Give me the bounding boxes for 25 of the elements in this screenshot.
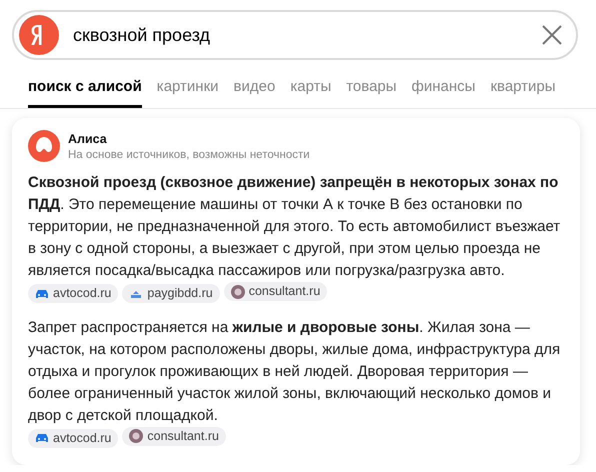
tab[interactable]: финансы (412, 74, 476, 108)
tab[interactable]: квартиры (490, 74, 556, 108)
tab[interactable]: видео (234, 74, 276, 108)
site-icon (129, 429, 144, 443)
source-link[interactable]: paygibdd.ru (122, 284, 220, 303)
car-icon (35, 288, 49, 298)
source-link[interactable]: consultant.ru (122, 426, 226, 446)
logo-icon[interactable] (19, 15, 59, 55)
source-link[interactable]: consultant.ru (224, 282, 328, 301)
tab[interactable]: поиск с алисой (28, 74, 142, 108)
close-icon[interactable] (542, 25, 562, 45)
answer-paragraph: Запрет распространяется на жилые и дворовые зоны. Жилая зона — участок, на котором расположены дворы, жилые дома, инфраструктура для отдыха и прогулок проживающих в ней людей. Дворовая территория — более ограниченный участок жилой зоны, включающий несколько домов и двор с детской площадкой. (28, 318, 562, 426)
tab[interactable]: товары (346, 74, 397, 108)
search-field[interactable]: сквозной проезд (12, 10, 578, 60)
disclaimer: На основе источников, возможны неточности (68, 148, 310, 160)
assistant-name: Алиса (68, 132, 108, 146)
search-query: сквозной проезд (73, 24, 212, 46)
tab[interactable]: карты (290, 74, 332, 108)
tab[interactable]: картинки (156, 74, 219, 108)
source-link[interactable]: avtocod.ru (28, 428, 118, 448)
car-icon (35, 433, 49, 443)
source-link[interactable]: avtocod.ru (28, 284, 118, 303)
assistant-icon (28, 130, 60, 162)
answer-paragraph: Сквозной проезд (сквозное движение) запрещён в некоторых зонах по ПДД. Это перемещение машины от точки А к точке В без остановки по территории, не предназначенной для этого. То есть автомобилист въезжает в зону с одной стороны, а выезжает с другой, при этом целью проезда не является посадка/высадка пассажиров или погрузка/разгрузка авто. (28, 173, 562, 281)
site-icon (230, 284, 245, 298)
